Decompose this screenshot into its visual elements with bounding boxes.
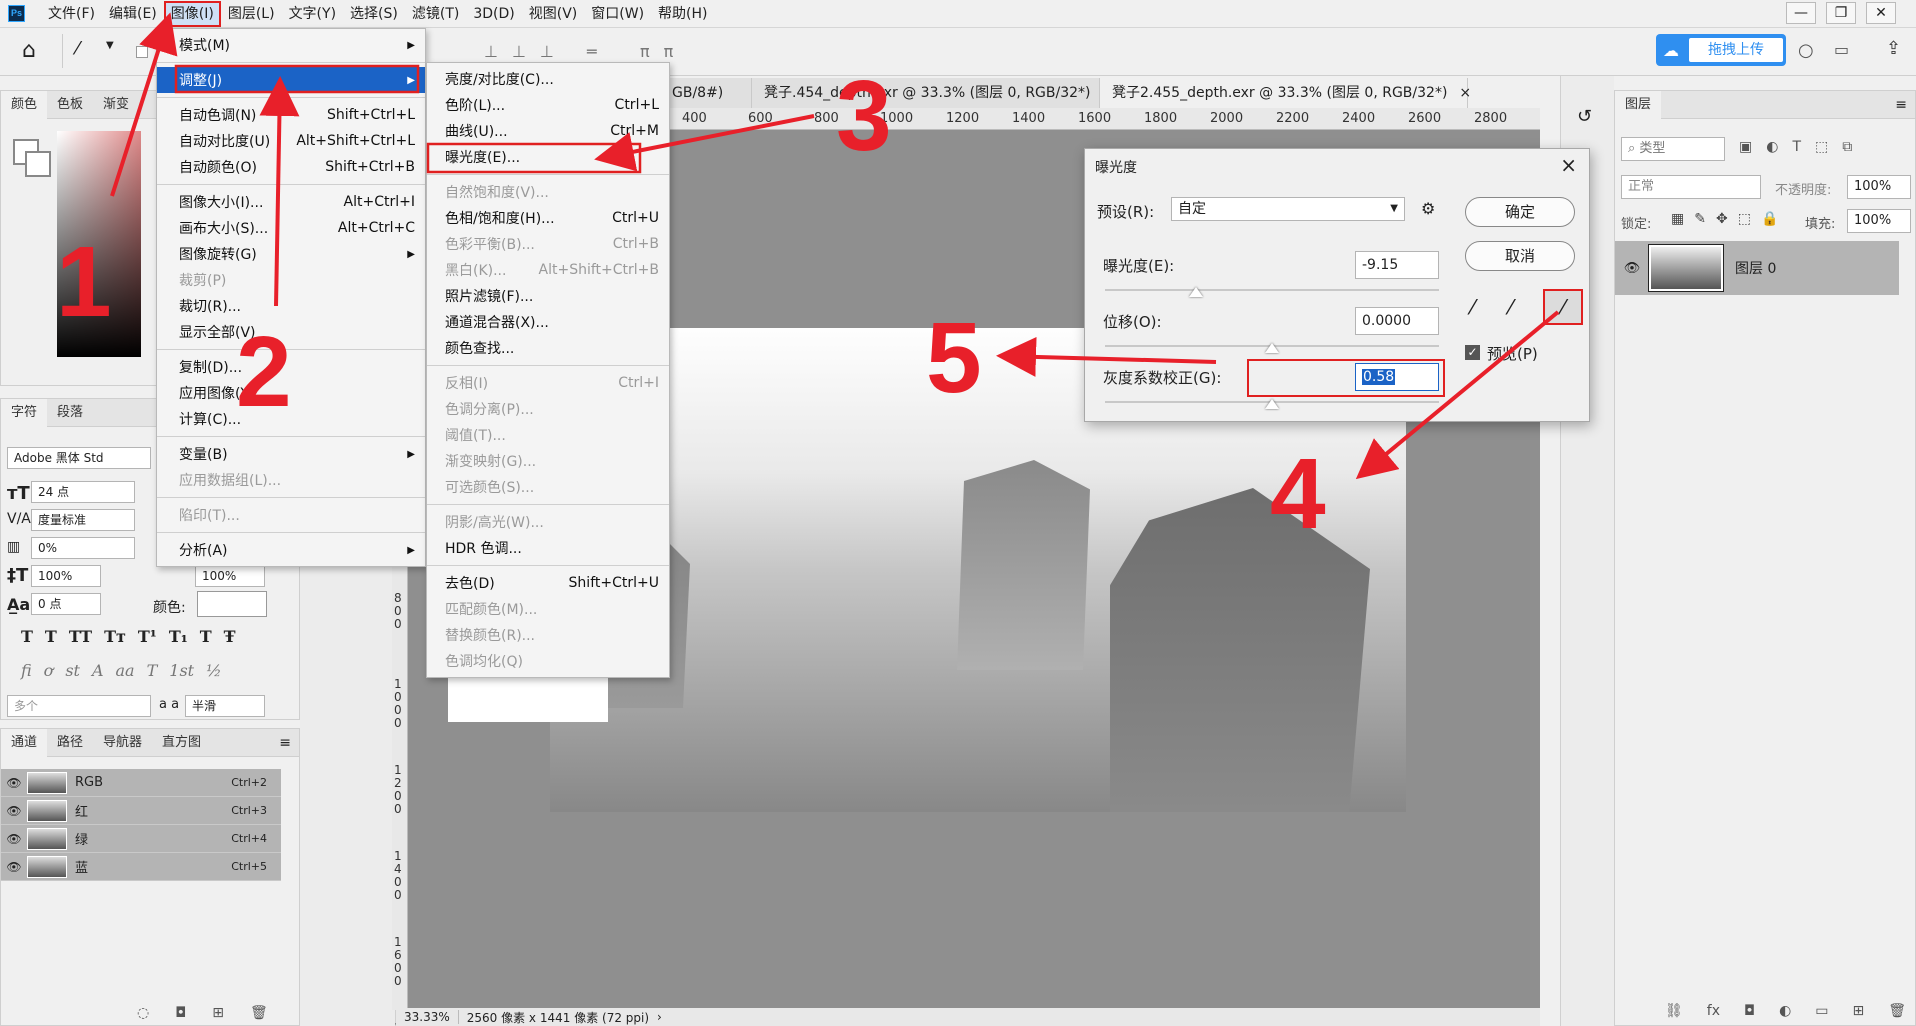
arrow-1 — [110, 12, 178, 197]
photoshop-window: Ps 文件(F) 编辑(E) 图像(I) 图层(L) 文字(Y) 选择(S) 滤镜(T) 3D… — [0, 0, 1916, 1026]
annotation-1: 1 — [56, 226, 112, 338]
arrow-3 — [594, 114, 815, 172]
annotation-5: 5 — [926, 302, 982, 414]
annotation-2: 2 — [236, 316, 292, 428]
annotation-3: 3 — [836, 60, 892, 172]
arrow-2 — [259, 76, 300, 307]
annotation-4: 4 — [1270, 438, 1326, 550]
arrow-4 — [1355, 310, 1560, 480]
adjust-item-highlight — [174, 64, 420, 94]
annotation-overlay — [110, 12, 1560, 480]
arrow-5 — [996, 336, 1217, 377]
